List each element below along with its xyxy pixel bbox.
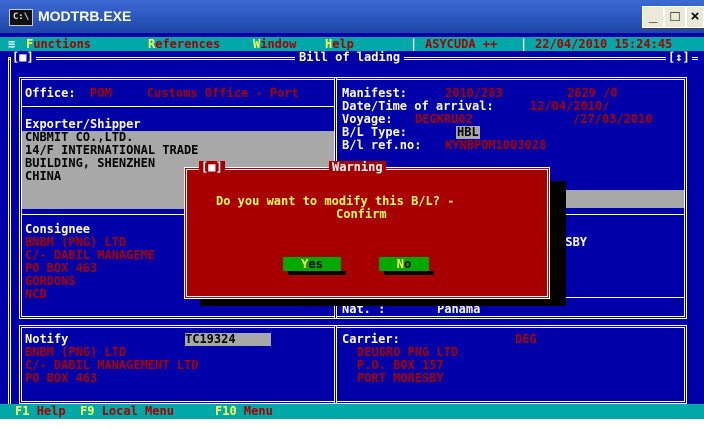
office-name: Customs Office - Port: [147, 86, 299, 100]
office-label: Office:: [25, 86, 76, 100]
window-bottom-edge: [0, 419, 704, 429]
menu-item-window[interactable]: Window: [253, 38, 296, 51]
warning-dialog: [■] Warning Do you want to modify this B…: [184, 161, 550, 299]
carrier-line: PORT MORESBY: [357, 371, 444, 385]
dialog-title: Warning: [329, 161, 386, 174]
system-datetime: 22/04/2010 15:24:45: [535, 37, 673, 51]
consignee-line: NCD: [25, 287, 47, 301]
bl-ref-value[interactable]: KYNBPOM1003028: [445, 139, 546, 152]
notify-code[interactable]: TC19324: [185, 333, 271, 346]
menu-divider-2: |: [520, 37, 528, 51]
menu-item-references[interactable]: References: [148, 38, 220, 51]
status-bar: F1 Help F9 Local Menu F10 Menu: [0, 404, 704, 419]
dialog-close-marker[interactable]: [■]: [199, 161, 225, 174]
frame-close-marker[interactable]: [■]: [10, 51, 36, 64]
close-button[interactable]: ×: [686, 6, 704, 28]
status-menu[interactable]: F10 Menu: [215, 405, 273, 418]
menu-divider: |: [410, 37, 418, 51]
voyage-date[interactable]: /27/03/2010: [573, 113, 652, 126]
minimize-button[interactable]: _: [642, 6, 664, 28]
console-app-icon[interactable]: C:\: [9, 9, 33, 26]
exporter-line: CHINA: [25, 169, 62, 183]
yes-button[interactable]: Yes: [283, 257, 341, 271]
carrier-code[interactable]: DEG: [515, 333, 537, 346]
bl-ref-label: B/l ref.no:: [342, 138, 422, 152]
frame-left-border: [8, 57, 11, 404]
maximize-button[interactable]: □: [664, 6, 686, 28]
window-titlebar[interactable]: C:\ MODTRB.EXE _ □ ×: [0, 0, 704, 33]
notify-line: PO BOX 463: [25, 371, 98, 385]
frame-resize-marker[interactable]: [↕]: [666, 51, 692, 64]
menu-item-functions[interactable]: Functions: [26, 38, 91, 51]
menu-bar: ≡ Functions References Window Help | ASY…: [0, 37, 704, 51]
office-code[interactable]: POM: [90, 87, 112, 100]
yes-button-shadow: [288, 271, 346, 275]
status-help[interactable]: F1 Help: [15, 405, 66, 418]
app-name: ASYCUDA ++: [425, 37, 498, 51]
status-local-menu[interactable]: F9 Local Menu: [80, 405, 174, 418]
frame-title: Bill of lading: [295, 51, 405, 64]
dialog-message-2: Confirm: [336, 207, 387, 221]
window-title: MODTRB.EXE: [38, 8, 132, 24]
no-button-shadow: [384, 271, 434, 275]
no-button[interactable]: No: [379, 257, 429, 271]
office-divider: [22, 106, 334, 107]
